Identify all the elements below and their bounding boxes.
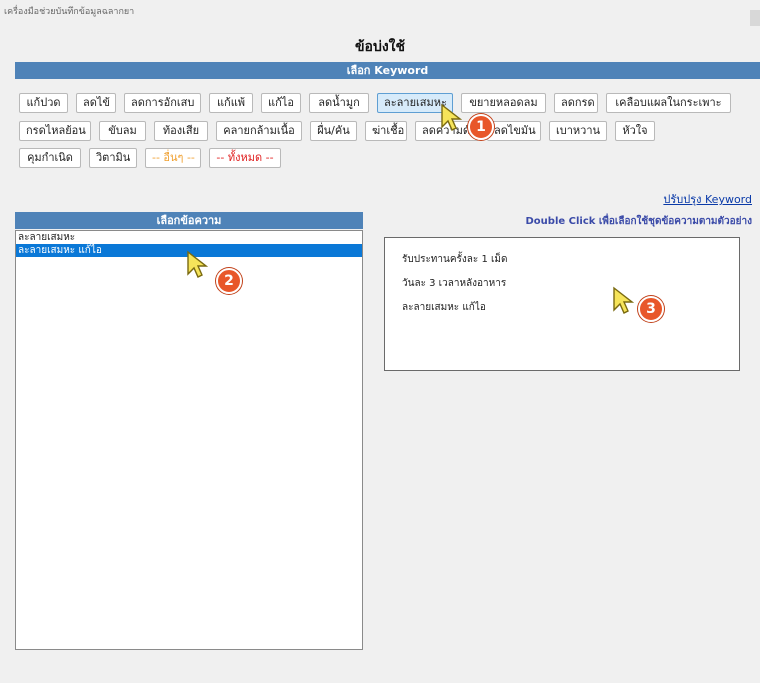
keyword-chip[interactable]: แก้แพ้	[209, 93, 253, 113]
pointer-cursor-icon	[187, 250, 208, 278]
preview-line: ละลายเสมหะ แก้ไอ	[402, 302, 486, 313]
keyword-chip[interactable]: กรดไหลย้อน	[19, 121, 91, 141]
message-list[interactable]: ละลายเสมหะ ละลายเสมหะ แก้ไอ	[15, 230, 363, 650]
keyword-chip[interactable]: ลดไข้	[76, 93, 116, 113]
page-title: ข้อบ่งใช้	[354, 39, 406, 55]
keyword-chip[interactable]: คุมกำเนิด	[19, 148, 81, 168]
pointer-cursor-icon	[613, 286, 634, 314]
preview-line: รับประทานครั้งละ 1 เม็ด	[402, 254, 508, 265]
keyword-chip[interactable]: เคลือบแผลในกระเพาะ	[606, 93, 731, 113]
list-item[interactable]: ละลายเสมหะ	[16, 231, 362, 244]
keyword-chip[interactable]: แก้ไอ	[261, 93, 301, 113]
preview-box[interactable]: รับประทานครั้งละ 1 เม็ด วันละ 3 เวลาหลัง…	[384, 237, 740, 371]
window-control[interactable]	[750, 10, 760, 26]
pointer-cursor-icon	[441, 103, 462, 131]
step-badge: 1	[468, 114, 494, 140]
keyword-chip[interactable]: ลดการอักเสบ	[124, 93, 201, 113]
update-keyword-link[interactable]: ปรับปรุง Keyword	[663, 190, 752, 208]
keyword-chip[interactable]: คลายกล้ามเนื้อ	[216, 121, 302, 141]
keyword-chip-all[interactable]: -- ทั้งหมด --	[209, 148, 281, 168]
keyword-chip[interactable]: วิตามิน	[89, 148, 137, 168]
keyword-chip[interactable]: แก้ปวด	[19, 93, 68, 113]
keyword-chip[interactable]: ลดกรด	[554, 93, 598, 113]
keyword-chip[interactable]: ผื่น/คัน	[310, 121, 357, 141]
keyword-chip[interactable]: ลดน้ำมูก	[309, 93, 369, 113]
keyword-chip-other[interactable]: -- อื่นๆ --	[145, 148, 201, 168]
step-badge: 2	[216, 268, 242, 294]
keyword-chip[interactable]: หัวใจ	[615, 121, 655, 141]
step-badge: 3	[638, 296, 664, 322]
keyword-chip[interactable]: ท้องเสีย	[154, 121, 208, 141]
message-list-header: เลือกข้อความ	[15, 212, 363, 229]
preview-line: วันละ 3 เวลาหลังอาหาร	[402, 278, 507, 289]
keyword-chip[interactable]: ฆ่าเชื้อ	[365, 121, 407, 141]
keyword-section-header: เลือก Keyword	[15, 62, 760, 79]
double-click-hint: Double Click เพื่อเลือกใช้ชุดข้อความตามต…	[525, 216, 753, 227]
keyword-chip[interactable]: เบาหวาน	[549, 121, 607, 141]
keyword-chip[interactable]: ขยายหลอดลม	[461, 93, 546, 113]
keyword-chip[interactable]: ลดไขมัน	[487, 121, 541, 141]
keyword-chip[interactable]: ขับลม	[99, 121, 146, 141]
window-title: เครื่องมือช่วยบันทึกข้อมูลฉลากยา	[4, 7, 135, 17]
